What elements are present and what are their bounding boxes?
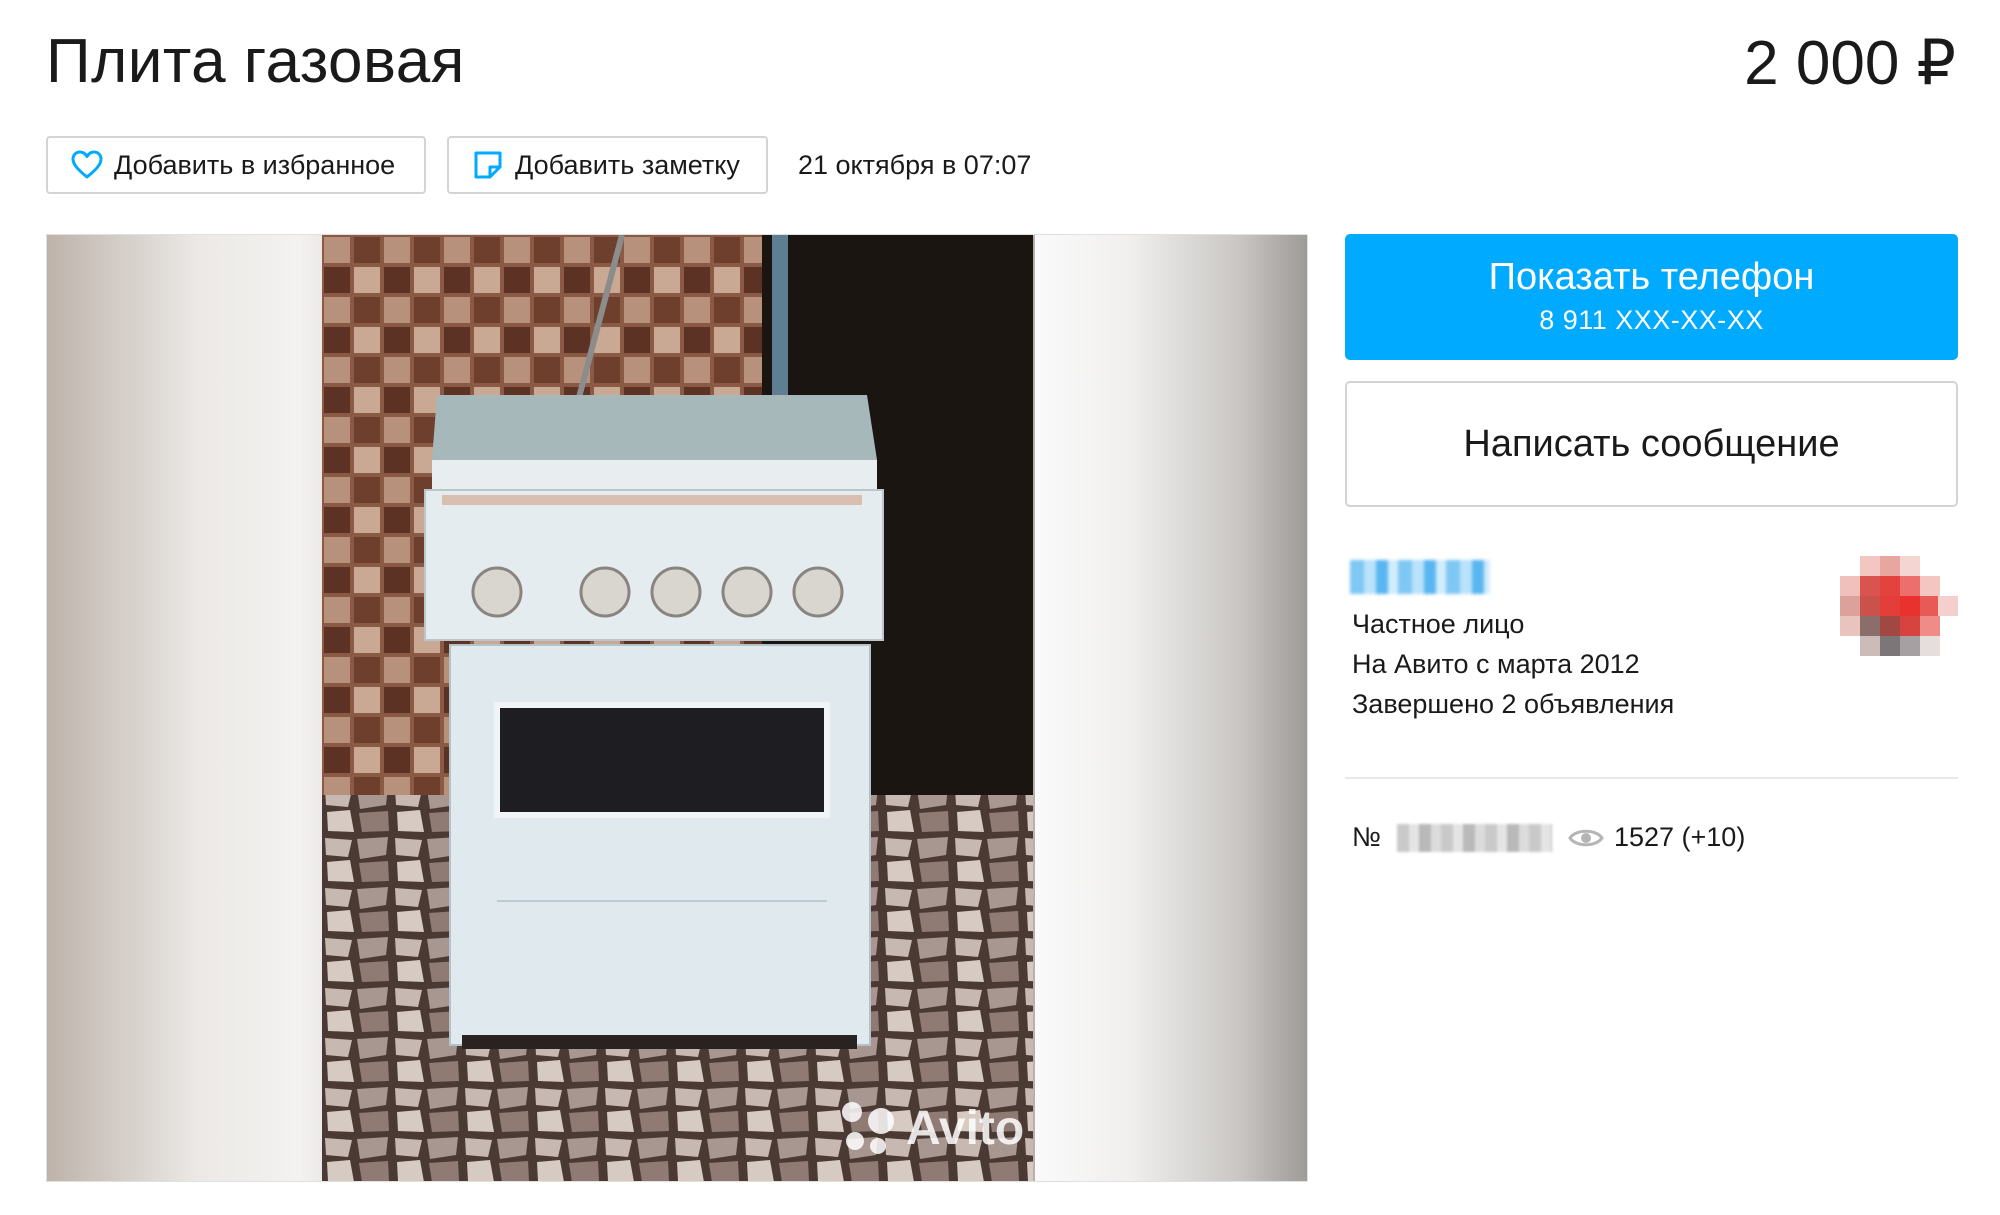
eye-icon [1568, 826, 1604, 850]
show-phone-label: Показать телефон [1488, 256, 1815, 298]
add-to-favorites-label: Добавить в избранное [114, 149, 396, 180]
avito-watermark-text: Avito [906, 1102, 1025, 1155]
views-count: 1527 (+10) [1613, 822, 1746, 852]
heart-icon [70, 148, 104, 182]
add-note-label: Добавить заметку [515, 149, 740, 180]
ad-meta: № 1527 (+10) [1352, 822, 1745, 853]
phone-masked: 8 911 XXX-XX-XX [1539, 305, 1764, 335]
show-phone-button[interactable]: Показать телефон 8 911 XXX-XX-XX [1345, 234, 1958, 360]
listing-title: Плита газовая [46, 27, 465, 96]
note-icon [471, 148, 505, 182]
ad-number-masked [1396, 823, 1552, 852]
seller-avatar[interactable] [1840, 556, 1958, 674]
seller-divider [1345, 777, 1958, 779]
add-to-favorites-button[interactable]: Добавить в избранное [46, 136, 426, 194]
avito-logo-icon [842, 1101, 896, 1156]
gallery-blur-right [1035, 235, 1307, 1181]
ad-number-prefix: № [1352, 822, 1381, 852]
avito-watermark: Avito [842, 1101, 1024, 1156]
seller-since: На Авито с марта 2012 [1352, 649, 1640, 679]
seller-completed: Завершено 2 объявления [1352, 689, 1675, 719]
gas-stove-photo [322, 235, 1033, 1181]
listing-price: 2 000 ₽ [1744, 29, 1956, 98]
write-message-button[interactable]: Написать сообщение [1345, 381, 1958, 507]
seller-name-link[interactable] [1350, 560, 1490, 594]
seller-info: Частное лицо На Авито с марта 2012 Завер… [1352, 604, 1674, 724]
listing-date: 21 октября в 07:07 [798, 150, 1032, 180]
seller-type: Частное лицо [1352, 609, 1525, 639]
add-note-button[interactable]: Добавить заметку [447, 136, 768, 194]
listing-photo[interactable]: Avito [322, 235, 1033, 1181]
photo-gallery[interactable]: Avito [46, 234, 1308, 1182]
